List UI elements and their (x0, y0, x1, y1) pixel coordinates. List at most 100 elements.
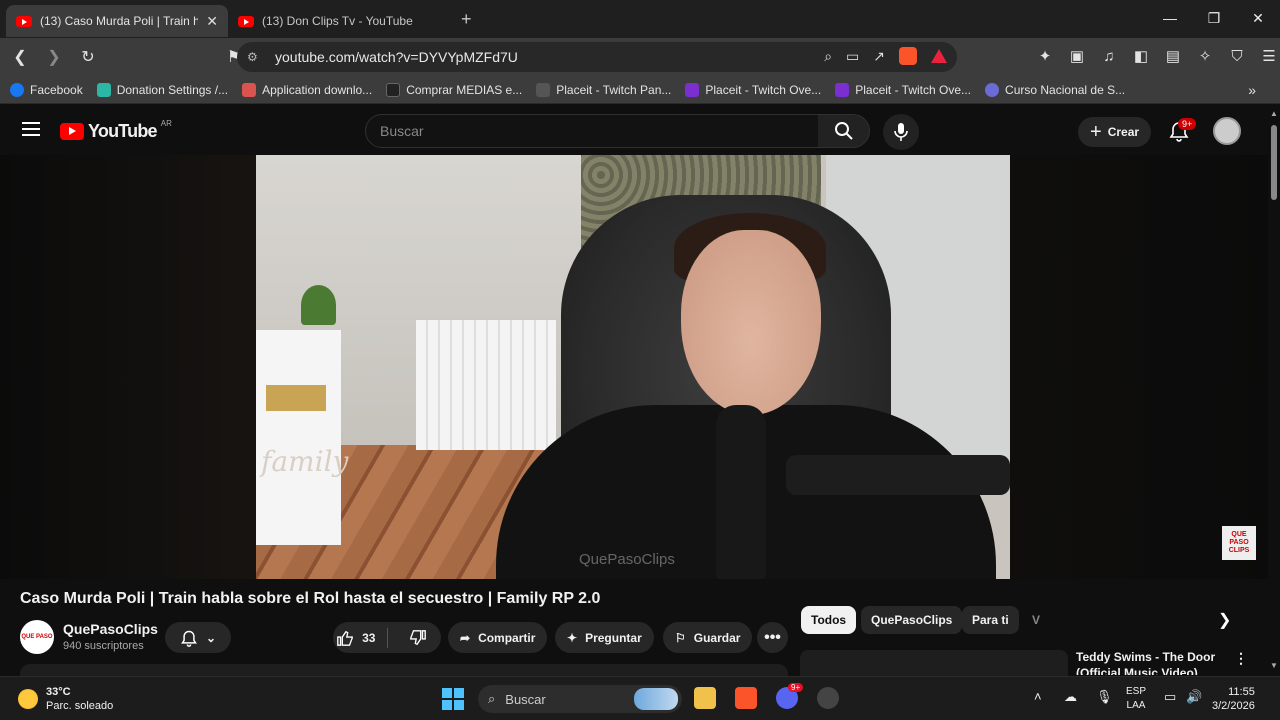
chip-todos[interactable]: Todos (801, 606, 857, 634)
search-button[interactable] (818, 114, 870, 148)
hamburger-menu-icon[interactable] (22, 122, 40, 136)
description-box[interactable] (20, 664, 788, 676)
browser-tab-bar: (13) Caso Murda Poli | Train habla ✕ (13… (0, 0, 1280, 38)
page-scrollbar[interactable]: ▲ ▼ (1268, 105, 1280, 675)
radiator (416, 320, 556, 450)
more-actions-button[interactable]: ••• (757, 622, 788, 653)
person-face (681, 230, 821, 415)
recommendation-more-icon[interactable]: ⋮ (1234, 650, 1248, 667)
sun-icon (18, 689, 38, 709)
sidebar-icon[interactable]: ◧ (1132, 47, 1150, 65)
minimize-icon[interactable]: — (1148, 0, 1192, 36)
youtube-logo[interactable]: YouTube AR (60, 119, 172, 142)
share-button[interactable]: ➦ Compartir (448, 622, 548, 653)
omnibox-actions: ⌕ ▭ ↗ (824, 47, 947, 65)
subscription-bell-button[interactable]: ⌄ (165, 622, 231, 653)
tab-active[interactable]: (13) Caso Murda Poli | Train habla ✕ (6, 5, 228, 37)
bookmark-item[interactable]: Placeit - Twitch Pan... (536, 82, 671, 97)
microphone-tray-icon[interactable]: 🎙 (1096, 689, 1113, 705)
scroll-up-icon[interactable]: ▲ (1270, 109, 1278, 118)
save-icon: ⚐ (675, 630, 686, 645)
bookmark-item[interactable]: Placeit - Twitch Ove... (835, 82, 971, 97)
cast-icon[interactable]: ▭ (846, 48, 859, 65)
site-settings-icon[interactable]: ⚙ (247, 50, 263, 64)
network-icon[interactable]: ▭ (1164, 689, 1176, 705)
user-avatar[interactable] (1213, 117, 1241, 145)
shelf (256, 285, 341, 545)
file-explorer-icon[interactable] (694, 687, 716, 709)
app-icon[interactable] (817, 687, 839, 709)
scrollbar-thumb[interactable] (1271, 125, 1277, 200)
forward-icon[interactable]: ❯ (40, 43, 68, 71)
chip-para-ti[interactable]: Para ti (962, 606, 1019, 634)
language-indicator[interactable]: ESP LAA (1126, 685, 1146, 713)
tab-inactive[interactable]: (13) Don Clips Tv - YouTube (228, 5, 453, 37)
video-watermark: QuePasoClips (579, 551, 675, 568)
clock[interactable]: 11:55 3/2/2026 (1212, 685, 1255, 713)
channel-avatar[interactable]: QUE PASO (20, 620, 54, 654)
streamelements-icon (96, 82, 111, 97)
tab-search-icon[interactable]: ▣ (1068, 47, 1086, 65)
recommendation-title[interactable]: Teddy Swims - The Door (Official Music V… (1076, 649, 1226, 675)
chevron-right-icon[interactable]: ❯ (1218, 610, 1231, 630)
voice-search-button[interactable] (883, 114, 919, 150)
brave-rewards-icon[interactable] (931, 49, 947, 63)
course-icon (985, 82, 1000, 97)
leo-ai-icon[interactable]: ✧ (1196, 47, 1214, 65)
bookmark-item[interactable]: Comprar MEDIAS e... (386, 82, 522, 97)
close-tab-icon[interactable]: ✕ (206, 13, 218, 30)
volume-icon[interactable]: 🔊 (1186, 689, 1202, 705)
brave-shields-icon[interactable] (899, 47, 917, 65)
bookmark-item[interactable]: Facebook (10, 82, 83, 97)
channel-watermark-icon[interactable]: QUE PASO CLIPS (1222, 526, 1256, 560)
media-icon[interactable]: ♫ (1100, 47, 1118, 65)
vpn-icon[interactable]: ⛉ (1228, 47, 1246, 65)
extensions-icon[interactable]: ✦ (1036, 47, 1054, 65)
channel-name[interactable]: QuePasoClips (63, 621, 158, 637)
close-window-icon[interactable]: ✕ (1236, 0, 1280, 36)
brave-browser-icon[interactable] (735, 687, 757, 709)
start-button-icon[interactable] (442, 688, 464, 710)
search-input[interactable]: Buscar (365, 114, 819, 148)
like-button[interactable]: 33 (333, 622, 379, 653)
new-tab-icon[interactable]: + (461, 9, 472, 30)
bookmark-item[interactable]: Curso Nacional de S... (985, 82, 1125, 97)
bookmark-item[interactable]: Placeit - Twitch Ove... (685, 82, 821, 97)
browser-toolbar: ❮ ❯ ↻ ⚑ ⚙ youtube.com/watch?v=DYVYpMZFd7… (0, 38, 1280, 76)
share-icon: ➦ (460, 630, 471, 645)
address-bar[interactable]: ⚙ youtube.com/watch?v=DYVYpMZFd7U ⌕ ▭ ↗ (237, 42, 957, 72)
menu-icon[interactable]: ☰ (1260, 47, 1278, 65)
more-bookmarks-icon[interactable]: » (1248, 82, 1256, 98)
show-hidden-icons-icon[interactable]: ˄ (1034, 689, 1042, 704)
create-button[interactable]: + Crear (1078, 117, 1152, 147)
back-icon[interactable]: ❮ (6, 43, 34, 71)
wallet-icon[interactable]: ▤ (1164, 47, 1182, 65)
placeit-icon (835, 82, 850, 97)
chevron-down-icon: ⌄ (205, 630, 217, 645)
taskbar-search[interactable]: ⌕ Buscar (478, 685, 682, 713)
placeit-icon (685, 82, 700, 97)
restore-icon[interactable]: ❐ (1192, 0, 1236, 36)
subscriber-count: 940 suscriptores (63, 640, 144, 652)
save-button[interactable]: ⚐ Guardar (663, 622, 753, 653)
dislike-button[interactable] (396, 622, 442, 653)
bookmark-item[interactable]: Donation Settings /... (96, 82, 228, 97)
ask-button[interactable]: ✦ Preguntar (555, 622, 654, 653)
bookmark-item[interactable]: Application downlo... (242, 82, 372, 97)
thumbs-down-icon (410, 629, 427, 645)
share-page-icon[interactable]: ↗ (873, 48, 885, 65)
microphone-arm (786, 455, 1010, 495)
video-player[interactable]: family QuePasoClips (256, 155, 1010, 579)
onedrive-icon[interactable]: ☁ (1064, 689, 1077, 705)
bookmarks-bar: Facebook Donation Settings /... Applicat… (0, 76, 1280, 104)
family-sign: family (261, 445, 349, 478)
chip-truncated[interactable]: V (1022, 606, 1048, 634)
pea-icon (242, 82, 257, 97)
zoom-icon[interactable]: ⌕ (824, 48, 832, 65)
chip-channel[interactable]: QuePasoClips (861, 606, 963, 634)
youtube-header: YouTube AR Buscar + Crear 9+ (0, 105, 1280, 155)
weather-widget[interactable]: 33°C Parc. soleado (18, 685, 113, 713)
scroll-down-icon[interactable]: ▼ (1270, 661, 1278, 670)
reload-icon[interactable]: ↻ (74, 43, 102, 71)
tab-title: (13) Don Clips Tv - YouTube (262, 14, 413, 28)
